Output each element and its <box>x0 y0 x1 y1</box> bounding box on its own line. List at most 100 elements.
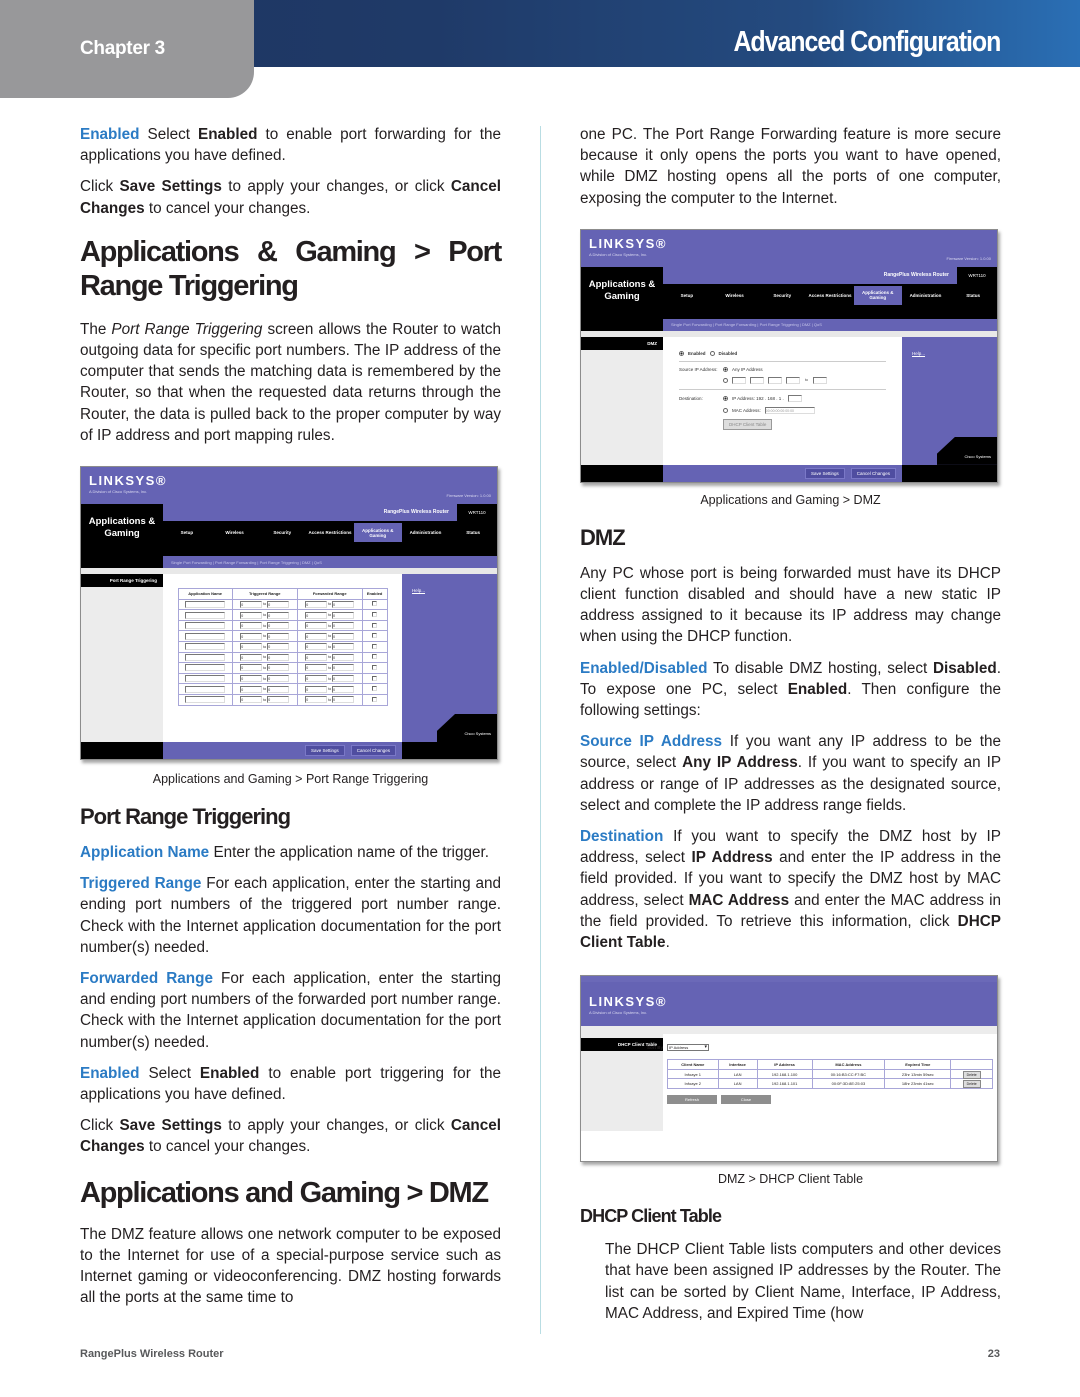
save-settings-button[interactable]: Save Settings <box>804 467 845 479</box>
triggered-start-input[interactable]: 0 <box>240 696 263 704</box>
triggered-start-input[interactable]: 0 <box>240 653 263 661</box>
forwarded-start-input[interactable]: 0 <box>305 600 328 608</box>
forwarded-end-input[interactable]: 0 <box>332 685 355 693</box>
triggered-end-input[interactable]: 0 <box>267 611 290 619</box>
triggered-end-input[interactable]: 0 <box>267 675 290 683</box>
application-name-input[interactable] <box>185 696 226 704</box>
forwarded-start-input[interactable]: 0 <box>305 643 328 651</box>
forwarded-start-input[interactable]: 0 <box>305 664 328 672</box>
application-name-input[interactable] <box>185 611 226 619</box>
ip-range-radio[interactable] <box>723 377 728 383</box>
forwarded-end-input[interactable]: 0 <box>332 696 355 704</box>
enabled-checkbox[interactable] <box>372 601 378 607</box>
tab-administration[interactable]: Administration <box>902 293 950 298</box>
forwarded-end-input[interactable]: 0 <box>332 643 355 651</box>
forwarded-end-input[interactable]: 0 <box>332 622 355 630</box>
enabled-radio[interactable] <box>679 350 684 356</box>
triggered-start-input[interactable]: 0 <box>240 643 263 651</box>
triggered-end-input[interactable]: 0 <box>267 664 290 672</box>
tab-status[interactable]: Status <box>449 530 497 535</box>
mac-address-input[interactable]: 00:00:00:00:00:00 <box>764 406 815 414</box>
triggered-end-input[interactable]: 0 <box>267 643 290 651</box>
triggered-end-input[interactable]: 0 <box>267 600 290 608</box>
tab-security[interactable]: Security <box>258 530 306 535</box>
enabled-checkbox[interactable] <box>372 686 378 692</box>
triggered-end-input[interactable]: 0 <box>267 622 290 630</box>
sort-by-select[interactable]: IP Address <box>667 1044 709 1052</box>
sub-tabs[interactable]: Single Port Forwarding | Port Range Forw… <box>663 318 997 331</box>
ip-address-radio[interactable] <box>723 395 728 401</box>
tab-access-restrictions[interactable]: Access Restrictions <box>306 530 354 535</box>
close-button[interactable]: Close <box>721 1094 771 1104</box>
forwarded-end-input[interactable]: 0 <box>332 675 355 683</box>
tab-wireless[interactable]: Wireless <box>711 293 759 298</box>
triggered-start-input[interactable]: 0 <box>240 664 263 672</box>
enabled-checkbox[interactable] <box>372 622 378 628</box>
tab-wireless[interactable]: Wireless <box>211 530 259 535</box>
forwarded-start-input[interactable]: 0 <box>305 653 328 661</box>
enabled-checkbox[interactable] <box>372 612 378 618</box>
application-name-input[interactable] <box>185 653 226 661</box>
source-ip-octet-4[interactable] <box>786 376 800 384</box>
dhcp-client-table-button[interactable]: DHCP Client Table <box>723 418 773 430</box>
application-name-input[interactable] <box>185 664 226 672</box>
application-name-input[interactable] <box>185 600 226 608</box>
forwarded-end-input[interactable]: 0 <box>332 664 355 672</box>
forwarded-start-input[interactable]: 0 <box>305 611 328 619</box>
disabled-radio[interactable] <box>709 350 715 356</box>
sub-tabs[interactable]: Single Port Forwarding | Port Range Forw… <box>163 556 497 569</box>
triggered-end-input[interactable]: 0 <box>267 685 290 693</box>
triggered-end-input[interactable]: 0 <box>267 632 290 640</box>
tab-setup[interactable]: Setup <box>163 530 211 535</box>
application-name-input[interactable] <box>185 632 226 640</box>
refresh-button[interactable]: Refresh <box>667 1094 717 1104</box>
triggered-start-input[interactable]: 0 <box>240 632 263 640</box>
help-link[interactable]: Help... <box>402 574 497 607</box>
cancel-changes-button[interactable]: Cancel Changes <box>850 467 896 479</box>
enabled-checkbox[interactable] <box>372 633 378 639</box>
any-ip-radio[interactable] <box>723 366 728 372</box>
triggered-start-input[interactable]: 0 <box>240 600 263 608</box>
cancel-changes-button[interactable]: Cancel Changes <box>350 745 396 757</box>
save-settings-button[interactable]: Save Settings <box>304 745 345 757</box>
dest-ip-last-octet[interactable] <box>787 394 802 402</box>
mac-address-radio[interactable] <box>723 407 728 413</box>
forwarded-end-input[interactable]: 0 <box>332 632 355 640</box>
enabled-checkbox[interactable] <box>372 675 378 681</box>
forwarded-start-input[interactable]: 0 <box>305 696 328 704</box>
source-ip-octet-3[interactable] <box>768 376 782 384</box>
triggered-start-input[interactable]: 0 <box>240 622 263 630</box>
triggered-start-input[interactable]: 0 <box>240 685 263 693</box>
tab-applications-gaming[interactable]: Applications & Gaming <box>853 285 902 305</box>
help-link[interactable]: Help... <box>902 337 997 370</box>
source-ip-octet-1[interactable] <box>732 376 746 384</box>
tab-status[interactable]: Status <box>949 293 997 298</box>
forwarded-end-input[interactable]: 0 <box>332 653 355 661</box>
source-ip-range-end[interactable] <box>812 376 827 384</box>
application-name-input[interactable] <box>185 685 226 693</box>
tab-applications-gaming[interactable]: Applications & Gaming <box>353 523 402 543</box>
application-name-input[interactable] <box>185 643 226 651</box>
triggered-start-input[interactable]: 0 <box>240 675 263 683</box>
enabled-checkbox[interactable] <box>372 654 378 660</box>
source-ip-octet-2[interactable] <box>750 376 764 384</box>
tab-administration[interactable]: Administration <box>402 530 450 535</box>
forwarded-end-input[interactable]: 0 <box>332 600 355 608</box>
delete-button[interactable]: Delete <box>962 1070 981 1079</box>
application-name-input[interactable] <box>185 622 226 630</box>
triggered-end-input[interactable]: 0 <box>267 696 290 704</box>
triggered-start-input[interactable]: 0 <box>240 611 263 619</box>
forwarded-end-input[interactable]: 0 <box>332 611 355 619</box>
tab-access-restrictions[interactable]: Access Restrictions <box>806 293 854 298</box>
tab-security[interactable]: Security <box>758 293 806 298</box>
forwarded-start-input[interactable]: 0 <box>305 622 328 630</box>
delete-button[interactable]: Delete <box>962 1080 981 1089</box>
forwarded-start-input[interactable]: 0 <box>305 675 328 683</box>
tab-setup[interactable]: Setup <box>663 293 711 298</box>
triggered-end-input[interactable]: 0 <box>267 653 290 661</box>
application-name-input[interactable] <box>185 675 226 683</box>
forwarded-start-input[interactable]: 0 <box>305 632 328 640</box>
enabled-checkbox[interactable] <box>372 696 378 702</box>
enabled-checkbox[interactable] <box>372 664 378 670</box>
enabled-checkbox[interactable] <box>372 643 378 649</box>
